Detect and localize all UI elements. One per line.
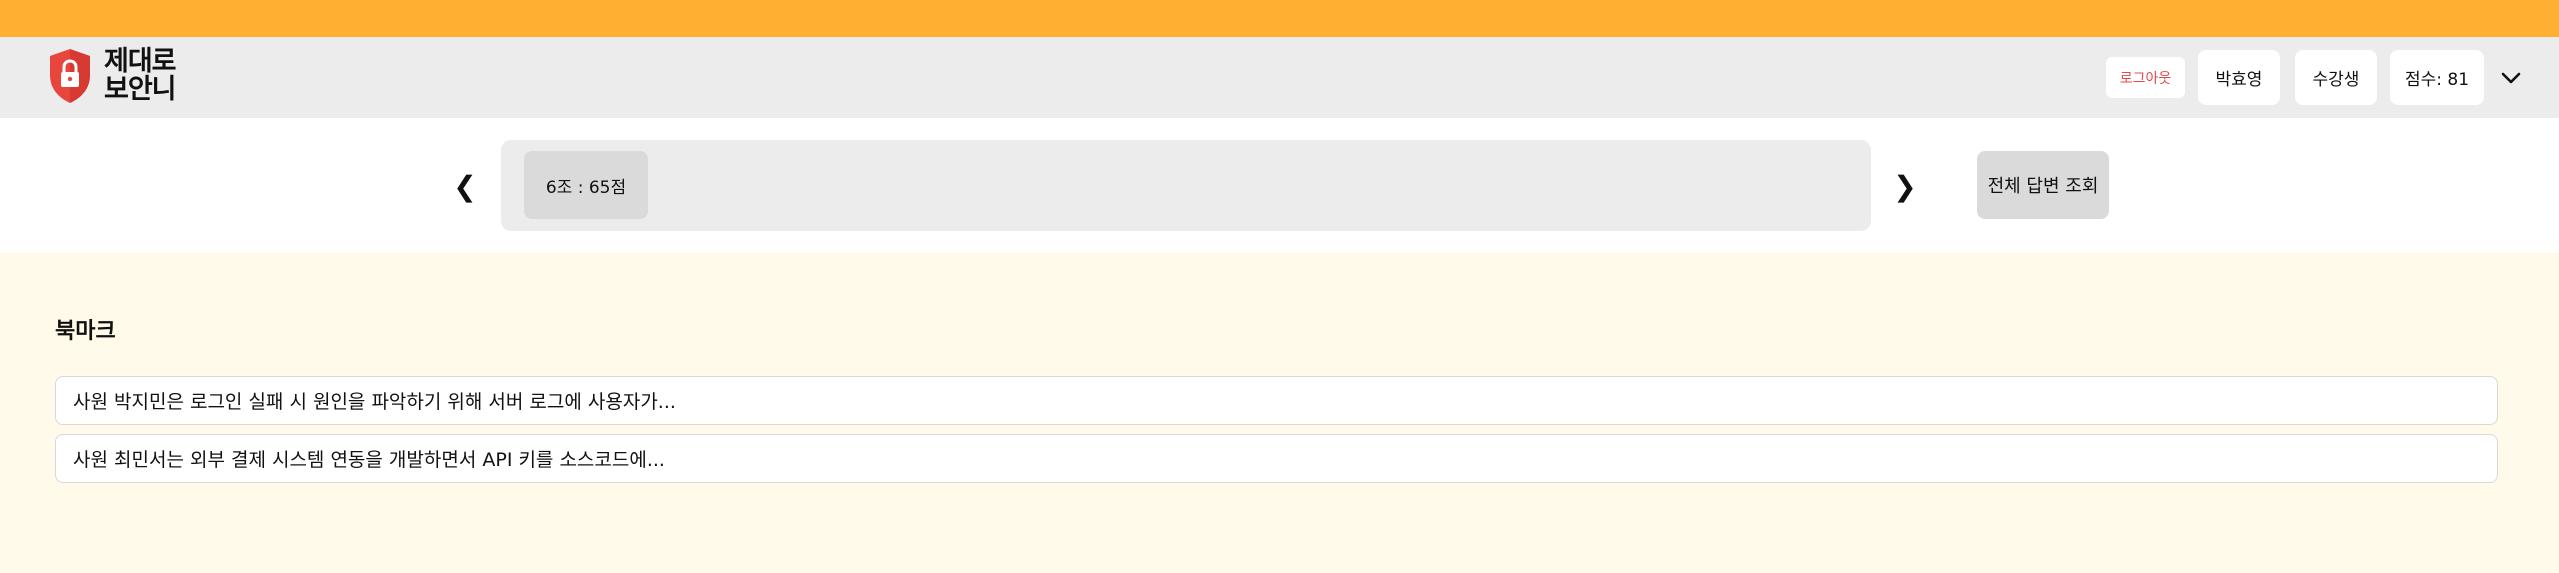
all-answers-button[interactable]: 전체 답변 조회 bbox=[1977, 151, 2109, 219]
shield-lock-icon bbox=[50, 49, 90, 103]
chevron-down-icon[interactable] bbox=[2500, 67, 2522, 89]
top-accent-bar bbox=[0, 0, 2559, 37]
bookmark-title: 북마크 bbox=[55, 319, 116, 344]
logout-button[interactable]: 로그아웃 bbox=[2106, 57, 2185, 98]
bookmark-item[interactable]: 사원 박지민은 로그인 실패 시 원인을 파악하기 위해 서버 로그에 사용자가… bbox=[55, 376, 2498, 425]
team-score-panel: ❮ 6조 : 65점 ❯ 전체 답변 조회 bbox=[0, 118, 2559, 253]
bookmark-item[interactable]: 사원 최민서는 외부 결제 시스템 연동을 개발하면서 API 키를 소스코드에… bbox=[55, 434, 2498, 483]
next-arrow-icon[interactable]: ❯ bbox=[1890, 168, 1920, 204]
user-name-button[interactable]: 박효영 bbox=[2198, 50, 2280, 105]
team-score-chip[interactable]: 6조 : 65점 bbox=[524, 151, 648, 219]
logo-text-line2: 보안니 bbox=[104, 74, 177, 105]
logo-text: 제대로 보안니 bbox=[104, 46, 177, 105]
header: 제대로 보안니 로그아웃 박효영 수강생 점수: 81 bbox=[0, 37, 2559, 118]
logo-text-line1: 제대로 bbox=[104, 46, 177, 77]
team-score-track: 6조 : 65점 bbox=[501, 140, 1871, 231]
bookmark-section: 북마크 사원 박지민은 로그인 실패 시 원인을 파악하기 위해 서버 로그에 … bbox=[0, 253, 2559, 573]
score-button[interactable]: 점수: 81 bbox=[2390, 50, 2484, 105]
logo[interactable]: 제대로 보안니 bbox=[46, 46, 177, 106]
role-button[interactable]: 수강생 bbox=[2295, 50, 2377, 105]
prev-arrow-icon[interactable]: ❮ bbox=[450, 168, 480, 204]
